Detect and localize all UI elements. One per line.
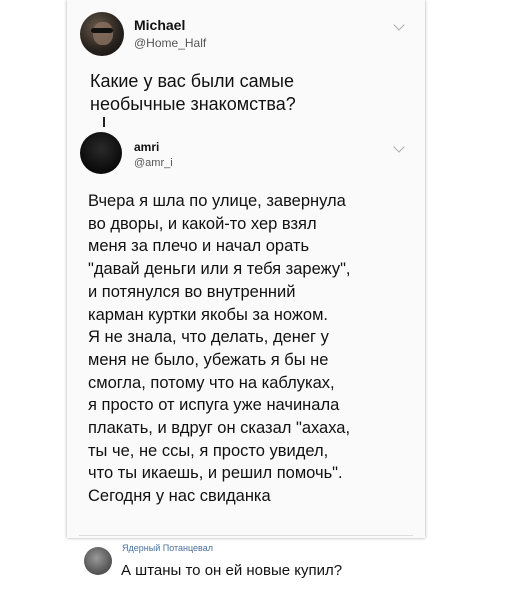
comment-author-name[interactable]: Ядерный Потанцевал (122, 543, 213, 553)
tweet1-text: Какие у вас были самые необычные знакомс… (90, 71, 296, 114)
commenter-avatar[interactable] (84, 547, 112, 575)
thread-connector-line (103, 117, 105, 127)
comment-text: А штаны то он ей новые купил? (121, 562, 343, 579)
avatar-face (93, 21, 113, 45)
comment-divider (79, 535, 413, 536)
tweet1-author-name[interactable]: Michael (134, 17, 185, 33)
avatar-glasses (90, 27, 114, 34)
michael-avatar[interactable] (80, 12, 124, 56)
tweet2-author-name[interactable]: amri (134, 140, 159, 154)
tweet1-author-handle[interactable]: @Home_Half (134, 36, 206, 50)
tweet2-author-handle[interactable]: @amr_i (134, 157, 173, 169)
tweet2-text: Вчера я шла по улице, завернула во дворы… (88, 192, 351, 506)
amri-avatar[interactable] (80, 132, 122, 174)
